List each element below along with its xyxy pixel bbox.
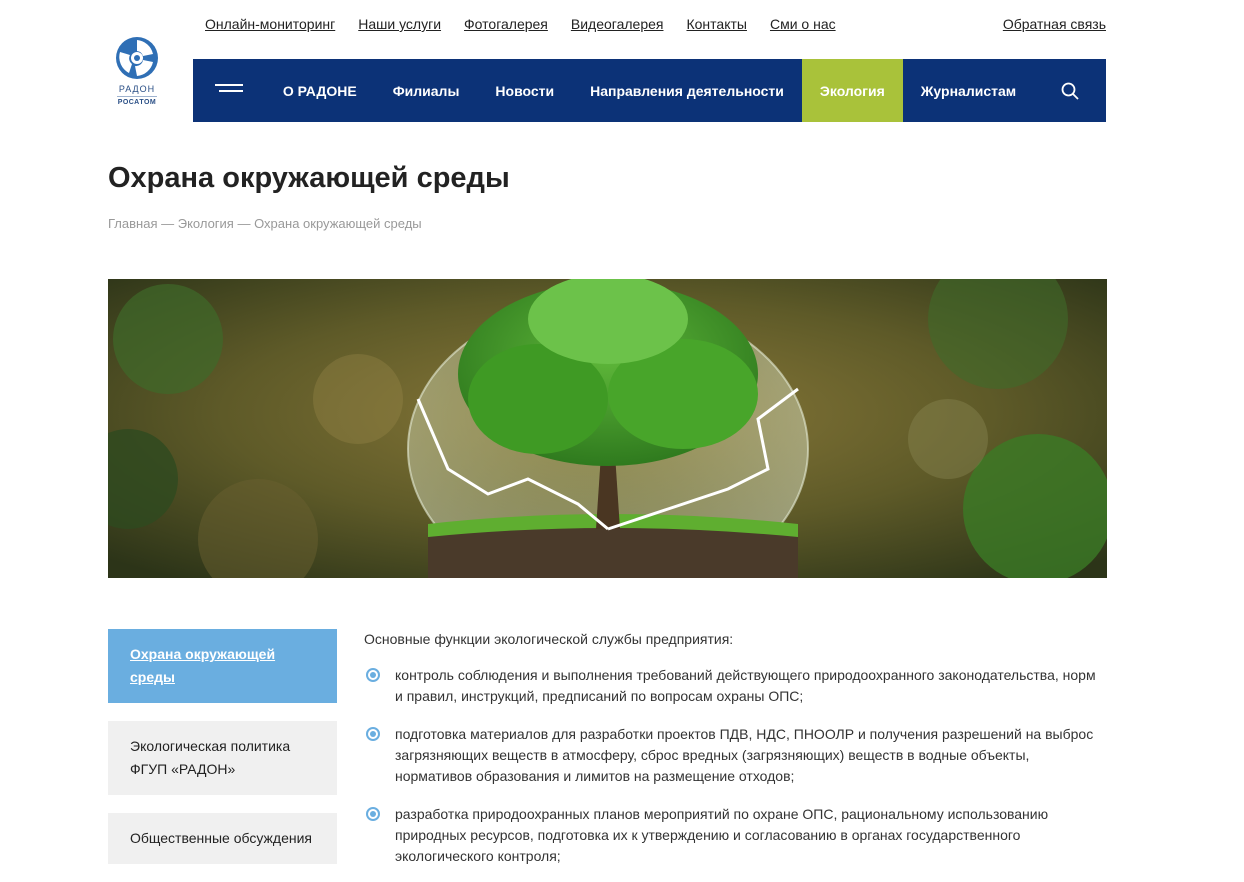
bullet-icon [366, 668, 380, 682]
breadcrumb-separator: — [233, 216, 255, 231]
top-link-media-about-us[interactable]: Сми о нас [770, 16, 836, 32]
top-link-contacts[interactable]: Контакты [686, 16, 746, 32]
sidebar-item-public-discussions[interactable]: Общественные обсуждения [108, 813, 337, 864]
tree-in-glass-illustration [108, 279, 1107, 578]
hamburger-icon [214, 83, 243, 92]
list-item: подготовка материалов для разработки про… [364, 724, 1106, 787]
top-link-online-monitoring[interactable]: Онлайн-мониторинг [205, 16, 335, 32]
hero-image [108, 279, 1107, 578]
page-title: Охрана окружающей среды [108, 162, 510, 194]
list-item-text: подготовка материалов для разработки про… [395, 726, 1094, 784]
logo-text-rosatom: РОСАТОМ [117, 99, 157, 106]
logo[interactable]: РАДОН РОСАТОМ [108, 36, 166, 106]
breadcrumb-ecology[interactable]: Экология [178, 216, 234, 231]
main-nav: О РАДОНЕ Филиалы Новости Направления дея… [193, 59, 1106, 122]
list-item-text: контроль соблюдения и выполнения требова… [395, 667, 1096, 704]
logo-divider [117, 96, 157, 97]
intro-text: Основные функции экологической службы пр… [364, 631, 734, 647]
nav-item-journalists[interactable]: Журналистам [903, 59, 1034, 122]
nav-item-about[interactable]: О РАДОНЕ [265, 59, 375, 122]
search-icon [1061, 82, 1079, 100]
breadcrumb-separator: — [157, 216, 178, 231]
top-links: Онлайн-мониторинг Наши услуги Фотогалере… [205, 16, 859, 32]
search-button[interactable] [1034, 59, 1106, 122]
top-link-photo-gallery[interactable]: Фотогалерея [464, 16, 548, 32]
nav-item-activities[interactable]: Направления деятельности [572, 59, 802, 122]
bullet-icon [366, 727, 380, 741]
list-item: разработка природоохранных планов меропр… [364, 804, 1106, 867]
breadcrumb-current: Охрана окружающей среды [254, 216, 422, 231]
main-content: Основные функции экологической службы пр… [364, 629, 1106, 882]
sidebar-item-ecological-policy[interactable]: Экологическая политика ФГУП «РАДОН» [108, 721, 337, 795]
breadcrumb: Главная — Экология — Охрана окружающей с… [108, 216, 422, 231]
breadcrumb-home[interactable]: Главная [108, 216, 157, 231]
top-link-video-gallery[interactable]: Видеогалерея [571, 16, 664, 32]
logo-text-radon: РАДОН [118, 84, 156, 94]
list-item: контроль соблюдения и выполнения требова… [364, 665, 1106, 707]
top-link-services[interactable]: Наши услуги [358, 16, 441, 32]
nav-item-branches[interactable]: Филиалы [375, 59, 478, 122]
menu-button[interactable] [193, 59, 265, 122]
feedback-link[interactable]: Обратная связь [1003, 16, 1106, 32]
nav-item-news[interactable]: Новости [477, 59, 572, 122]
nav-item-ecology[interactable]: Экология [801, 59, 903, 122]
rosatom-logo-icon [116, 37, 158, 79]
functions-list: контроль соблюдения и выполнения требова… [364, 665, 1106, 867]
list-item-text: разработка природоохранных планов меропр… [395, 806, 1049, 864]
bullet-icon [366, 807, 380, 821]
sidebar-item-environment-protection[interactable]: Охрана окружающей среды [108, 629, 337, 703]
sidebar: Охрана окружающей среды Экологическая по… [108, 629, 337, 882]
